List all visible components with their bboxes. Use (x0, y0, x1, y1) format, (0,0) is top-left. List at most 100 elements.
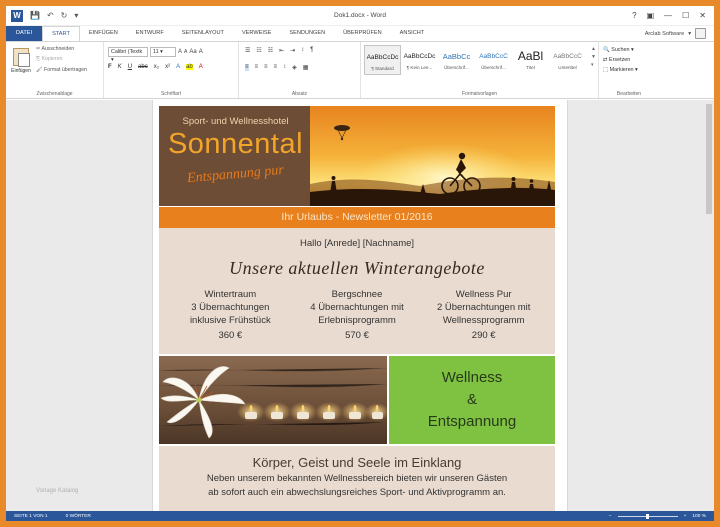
tab-review[interactable]: ÜBERPRÜFEN (334, 26, 391, 41)
offers-section: Hallo [Anrede] [Nachname] Unsere aktuell… (159, 228, 555, 354)
wellness-panel: Wellness & Entspannung (389, 356, 555, 444)
strikethrough-button[interactable]: abc (138, 64, 148, 70)
style-no-spacing[interactable]: AaBbCcDc ¶ Kein Lee... (401, 45, 438, 75)
customize-qat-icon[interactable]: ▾ (74, 11, 78, 20)
numbering-button[interactable]: ☷ (256, 47, 261, 54)
styles-more-icon[interactable]: ▾ (591, 62, 596, 68)
body-text: Neben unserem bekannten Wellnessbereich … (169, 472, 545, 500)
offers-title: Unsere aktuellen Winterangebote (229, 258, 485, 278)
styles-down-icon[interactable]: ▼ (591, 54, 596, 60)
document-page[interactable]: Sport- und Wellnesshotel Sonnental Entsp… (152, 100, 568, 520)
wellness-line-3: Entspannung (427, 413, 517, 430)
brand-name: Sonnental (167, 128, 304, 160)
shrink-font-button[interactable]: A (184, 49, 187, 55)
copy-button[interactable]: ⎘ Kopieren (36, 56, 87, 63)
font-size-select[interactable]: 11 ▾ (150, 47, 176, 57)
show-marks-button[interactable]: ¶ (310, 47, 313, 54)
style-title[interactable]: AaBl Titel (512, 45, 549, 75)
offer-price: 360 € (218, 330, 243, 341)
tab-file[interactable]: DATEI (6, 26, 43, 41)
style-subtitle[interactable]: AaBbCcC Untertitel (549, 45, 586, 75)
redo-icon[interactable]: ↻ (61, 11, 68, 20)
replace-button[interactable]: ⇄ Ersetzen (603, 57, 638, 63)
offer-line1: 2 Übernachtungen mit (436, 302, 531, 313)
styles-gallery: AaBbCcDc ¶ Standard AaBbCcDc ¶ Kein Lee.… (364, 45, 586, 75)
style-name: Untertitel (558, 65, 577, 70)
align-left-button[interactable]: ≡ (245, 64, 249, 71)
word-count[interactable]: 0 WÖRTER (66, 514, 91, 519)
align-right-button[interactable]: ≡ (264, 64, 268, 71)
help-icon[interactable]: ? (632, 11, 636, 20)
sort-button[interactable]: ↕ (301, 47, 304, 54)
zoom-in-button[interactable]: + (684, 514, 687, 519)
vertical-scrollbar[interactable] (704, 100, 714, 511)
ribbon: Einfügen ✂ Ausschneiden ⎘ Kopieren 🖌 For… (6, 41, 714, 99)
newsletter-header: Sport- und Wellnesshotel Sonnental Entsp… (159, 106, 555, 206)
styles-scroll: ▲ ▼ ▾ (591, 46, 596, 68)
increase-indent-button[interactable]: ⇥ (290, 47, 295, 54)
style-preview: AaBl (517, 49, 544, 63)
borders-button[interactable]: ▦ (303, 64, 309, 71)
subscript-button[interactable]: x₂ (154, 64, 159, 70)
style-heading-1[interactable]: AaBbCc Überschrif... (438, 45, 475, 75)
zoom-level[interactable]: 100 % (692, 514, 706, 519)
paste-button[interactable]: Einfügen (11, 48, 31, 74)
multilevel-list-button[interactable]: ☵ (268, 47, 273, 54)
tab-references[interactable]: VERWEISE (233, 26, 280, 41)
bullets-button[interactable]: ☰ (245, 47, 250, 54)
group-label-editing: Bearbeiten (616, 91, 642, 97)
tab-home[interactable]: START (42, 26, 80, 41)
style-heading-2[interactable]: AaBbCcC Überschrif... (475, 45, 512, 75)
select-button[interactable]: ⬚ Markieren ▾ (603, 67, 638, 73)
zoom-out-button[interactable]: − (609, 514, 612, 519)
window-controls: ? ▣ — ☐ ✕ (632, 11, 714, 20)
tab-design[interactable]: ENTWURF (127, 26, 173, 41)
styles-up-icon[interactable]: ▲ (591, 46, 596, 52)
ribbon-display-icon[interactable]: ▣ (647, 11, 655, 20)
undo-icon[interactable]: ↶ (47, 11, 54, 20)
text-effects-button[interactable]: A (176, 64, 180, 70)
style-name: Überschrif... (481, 65, 506, 70)
decrease-indent-button[interactable]: ⇤ (279, 47, 284, 54)
word-logo-icon[interactable]: W (11, 9, 23, 22)
tab-insert[interactable]: EINFÜGEN (80, 26, 127, 41)
italic-button[interactable]: K (118, 64, 122, 70)
watermark-text: Vorlage Katalog (36, 488, 79, 494)
format-painter-button[interactable]: 🖌 Format übertragen (36, 67, 87, 73)
line-spacing-button[interactable]: ↕ (283, 64, 286, 71)
offer-line1: 4 Übernachtungen mit (310, 302, 404, 313)
change-case-button[interactable]: Aa (189, 49, 196, 55)
body-line-2: ab sofort auch ein abwechslungsreiches S… (208, 487, 506, 498)
justify-button[interactable]: ≡ (274, 64, 278, 71)
page-count[interactable]: SEITE 1 VON 1 (14, 514, 48, 519)
tab-mailings[interactable]: SENDUNGEN (280, 26, 334, 41)
body-section: Körper, Geist und Seele im Einklang Nebe… (159, 446, 555, 520)
save-icon[interactable]: 💾 (30, 11, 40, 20)
font-name-select[interactable]: Calibri (Textk ▾ (108, 47, 148, 63)
tab-view[interactable]: ANSICHT (391, 26, 434, 41)
offer-name: Wintertraum (204, 289, 257, 300)
close-icon[interactable]: ✕ (699, 11, 706, 20)
underline-button[interactable]: U (128, 64, 132, 70)
grow-font-button[interactable]: A (178, 49, 182, 55)
clipboard-actions: ✂ Ausschneiden ⎘ Kopieren 🖌 Format übert… (36, 46, 87, 73)
font-color-button[interactable]: A (199, 64, 203, 70)
minimize-icon[interactable]: — (664, 11, 672, 20)
maximize-icon[interactable]: ☐ (682, 11, 689, 20)
superscript-button[interactable]: x² (165, 64, 170, 70)
cut-button[interactable]: ✂ Ausschneiden (36, 46, 87, 52)
align-center-button[interactable]: ≡ (255, 64, 259, 71)
paste-label: Einfügen (11, 68, 31, 74)
bold-button[interactable]: F (108, 64, 112, 70)
avatar[interactable] (695, 28, 706, 39)
scrollbar-thumb[interactable] (706, 104, 712, 214)
shading-button[interactable]: ◈ (292, 64, 297, 71)
tab-page-layout[interactable]: SEITENLAYOUT (173, 26, 233, 41)
zoom-slider[interactable] (617, 513, 678, 519)
find-button[interactable]: 🔍 Suchen ▾ (603, 47, 638, 53)
account-area[interactable]: Arclab Software ▾ (645, 26, 714, 41)
clear-format-button[interactable]: A (199, 49, 203, 55)
highlight-button[interactable]: ab (186, 64, 193, 70)
style-name: ¶ Kein Lee... (406, 65, 433, 70)
style-standard[interactable]: AaBbCcDc ¶ Standard (364, 45, 401, 75)
